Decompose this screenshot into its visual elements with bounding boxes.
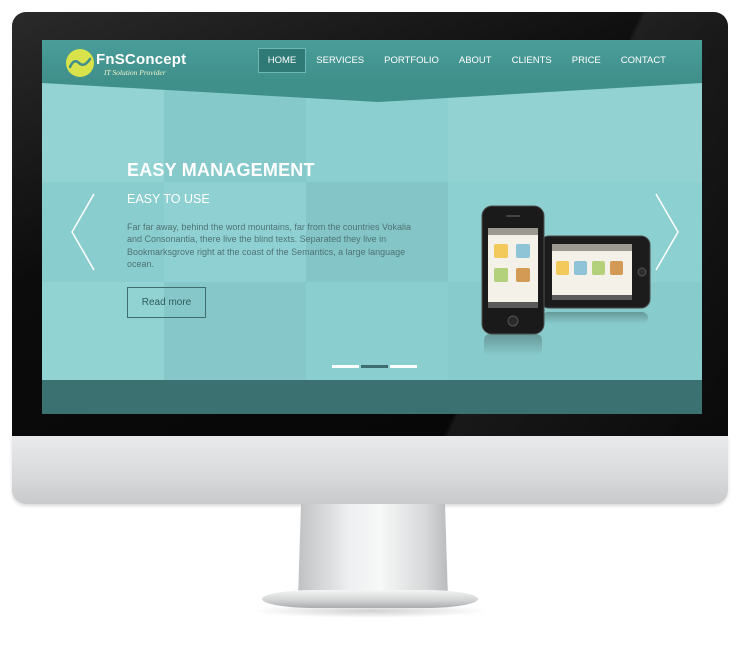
section-band bbox=[42, 380, 702, 414]
read-more-button[interactable]: Read more bbox=[127, 287, 206, 318]
top-navbar: FnSConcept IT Solution Provider HOME SER… bbox=[42, 40, 702, 82]
logo-icon bbox=[66, 49, 94, 77]
brand-tagline: IT Solution Provider bbox=[104, 68, 166, 77]
slider-dot-active[interactable] bbox=[361, 365, 388, 368]
nav-item-home[interactable]: HOME bbox=[257, 48, 307, 73]
nav-item-services[interactable]: SERVICES bbox=[306, 48, 374, 73]
nav-item-about[interactable]: ABOUT bbox=[449, 48, 502, 73]
phones-illustration bbox=[478, 198, 694, 378]
slider-dot[interactable] bbox=[332, 365, 359, 368]
slider-prev-button[interactable] bbox=[70, 192, 96, 272]
brand-name: FnSConcept bbox=[96, 51, 187, 68]
monitor-stand-base bbox=[262, 590, 478, 608]
chevron-left-icon bbox=[71, 193, 95, 271]
nav-item-contact[interactable]: CONTACT bbox=[611, 48, 676, 73]
slider-dot[interactable] bbox=[390, 365, 417, 368]
nav-menu: HOME SERVICES PORTFOLIO ABOUT CLIENTS PR… bbox=[257, 48, 676, 73]
monitor-screen: EASY MANAGEMENT EASY TO USE Far far away… bbox=[42, 40, 702, 414]
monitor-stand bbox=[298, 504, 448, 599]
hero-slider: EASY MANAGEMENT EASY TO USE Far far away… bbox=[42, 82, 702, 380]
nav-item-clients[interactable]: CLIENTS bbox=[502, 48, 562, 73]
nav-item-price[interactable]: PRICE bbox=[562, 48, 611, 73]
hero-title: EASY MANAGEMENT bbox=[127, 160, 315, 180]
hero-description: Far far away, behind the word mountains,… bbox=[127, 222, 411, 269]
hero-subtitle: EASY TO USE bbox=[127, 192, 210, 206]
background-tile bbox=[448, 82, 702, 182]
nav-item-portfolio[interactable]: PORTFOLIO bbox=[374, 48, 449, 73]
monitor-chin bbox=[12, 436, 728, 504]
slider-indicators bbox=[332, 365, 419, 368]
